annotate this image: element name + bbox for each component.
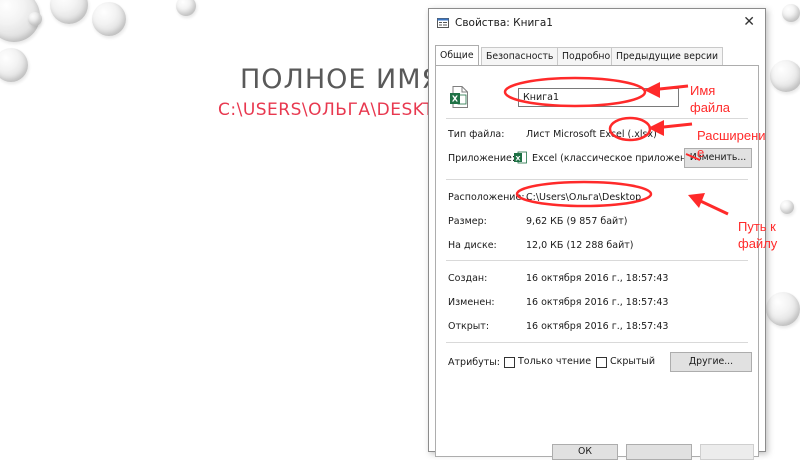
water-drop-decoration bbox=[92, 2, 126, 36]
properties-dialog: Свойства: Книга1 ✕ Общие Безопасность По… bbox=[428, 8, 766, 460]
disk-size-label: На диске: bbox=[448, 240, 497, 251]
separator bbox=[446, 260, 748, 261]
tab-previous-versions[interactable]: Предыдущие версии bbox=[611, 47, 724, 65]
other-attributes-button[interactable]: Другие... bbox=[670, 352, 752, 372]
file-type-label: Тип файла: bbox=[448, 129, 505, 140]
application-value: Excel (классическое приложени bbox=[532, 153, 693, 164]
annotation-extension: Расширени е bbox=[697, 127, 766, 161]
separator bbox=[446, 179, 748, 180]
modified-label: Изменен: bbox=[448, 297, 495, 308]
annotation-text: Расширени bbox=[697, 128, 766, 143]
properties-icon bbox=[437, 18, 449, 28]
water-drop-decoration bbox=[782, 4, 800, 22]
file-name-input[interactable]: Книга1 bbox=[518, 88, 679, 107]
excel-file-icon: X bbox=[450, 86, 468, 108]
tab-security[interactable]: Безопасность bbox=[481, 47, 559, 65]
svg-text:X: X bbox=[515, 154, 520, 162]
svg-text:X: X bbox=[452, 95, 459, 104]
water-drop-decoration bbox=[28, 12, 42, 26]
file-type-value: Лист Microsoft Excel (.xlsx) bbox=[526, 129, 657, 140]
hidden-label[interactable]: Скрытый bbox=[610, 356, 655, 367]
dialog-titlebar[interactable]: Свойства: Книга1 ✕ bbox=[429, 9, 765, 37]
readonly-label[interactable]: Только чтение bbox=[518, 356, 591, 367]
created-label: Создан: bbox=[448, 273, 488, 284]
excel-app-icon: X bbox=[514, 151, 527, 164]
water-drop-decoration bbox=[50, 0, 88, 24]
hidden-checkbox[interactable] bbox=[596, 357, 607, 368]
opened-value: 16 октября 2016 г., 18:57:43 bbox=[526, 321, 669, 332]
general-panel: X Книга1 Тип файла: Лист Microsoft Excel… bbox=[435, 65, 759, 460]
ok-button[interactable]: ОК bbox=[552, 444, 618, 460]
opened-label: Открыт: bbox=[448, 321, 490, 332]
cancel-button[interactable] bbox=[626, 444, 692, 460]
location-label: Расположение: bbox=[448, 192, 525, 203]
application-label: Приложение: bbox=[448, 153, 516, 164]
location-value: C:\Users\Ольга\Desktop bbox=[526, 192, 642, 203]
annotation-filename: Имя файла bbox=[690, 82, 730, 116]
water-drop-decoration bbox=[0, 48, 28, 82]
water-drop-decoration bbox=[780, 200, 794, 214]
annotation-text: файла bbox=[690, 100, 731, 115]
annotation-text: файлу bbox=[738, 236, 778, 251]
attributes-label: Атрибуты: bbox=[448, 357, 500, 368]
annotation-text: Путь к bbox=[738, 219, 776, 234]
readonly-checkbox[interactable] bbox=[504, 357, 515, 368]
dialog-title: Свойства: Книга1 bbox=[455, 17, 553, 29]
slide-title: ПОЛНОЕ ИМЯ bbox=[240, 64, 442, 95]
created-value: 16 октября 2016 г., 18:57:43 bbox=[526, 273, 669, 284]
modified-value: 16 октября 2016 г., 18:57:43 bbox=[526, 297, 669, 308]
annotation-path: Путь к файлу bbox=[738, 218, 777, 252]
separator bbox=[446, 342, 748, 343]
tab-general[interactable]: Общие bbox=[435, 45, 479, 66]
water-drop-decoration bbox=[770, 60, 800, 92]
size-value: 9,62 КБ (9 857 байт) bbox=[526, 216, 628, 227]
annotation-text: е bbox=[697, 145, 705, 160]
tab-details[interactable]: Подробно bbox=[557, 47, 616, 65]
water-drop-decoration bbox=[766, 292, 800, 326]
close-icon[interactable]: ✕ bbox=[743, 14, 755, 30]
water-drop-decoration bbox=[176, 0, 196, 16]
apply-button[interactable] bbox=[700, 444, 754, 460]
annotation-text: Имя bbox=[690, 83, 716, 98]
separator bbox=[446, 118, 748, 119]
size-label: Размер: bbox=[448, 216, 487, 227]
slide-subtitle: C:\USERS\ОЛЬГА\DESKTO bbox=[218, 100, 448, 120]
disk-size-value: 12,0 КБ (12 288 байт) bbox=[526, 240, 634, 251]
